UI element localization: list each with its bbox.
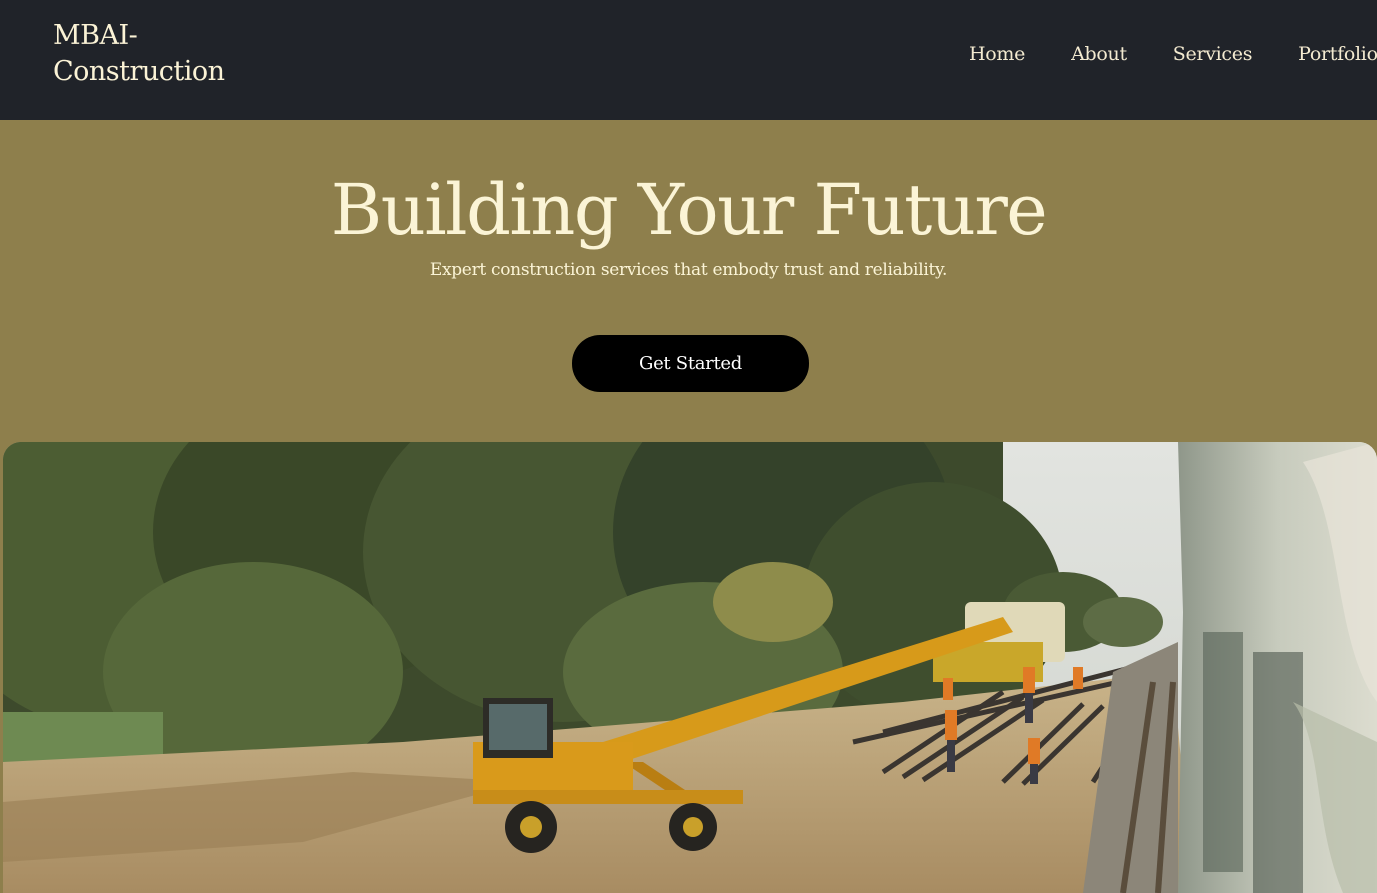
hero-subtitle: Expert construction services that embody… — [429, 260, 948, 280]
nav-link-portfolio[interactable]: Portfolio — [1298, 40, 1377, 68]
brand-line-1: MBAI- — [53, 20, 138, 51]
main-nav: Home About Services Portfolio — [969, 40, 1377, 68]
hero-section: Building Your Future Expert construction… — [0, 120, 1377, 893]
brand-line-2: Construction — [53, 56, 225, 87]
hero-title: Building Your Future — [330, 169, 1048, 251]
nav-link-home[interactable]: Home — [969, 40, 1025, 68]
hero-image — [3, 442, 1377, 893]
brand-logo[interactable]: MBAI- Construction — [53, 18, 253, 90]
get-started-button[interactable]: Get Started — [572, 335, 809, 392]
nav-link-about[interactable]: About — [1071, 40, 1127, 68]
site-header: MBAI- Construction Home About Services P… — [0, 0, 1377, 120]
nav-link-services[interactable]: Services — [1173, 40, 1253, 68]
